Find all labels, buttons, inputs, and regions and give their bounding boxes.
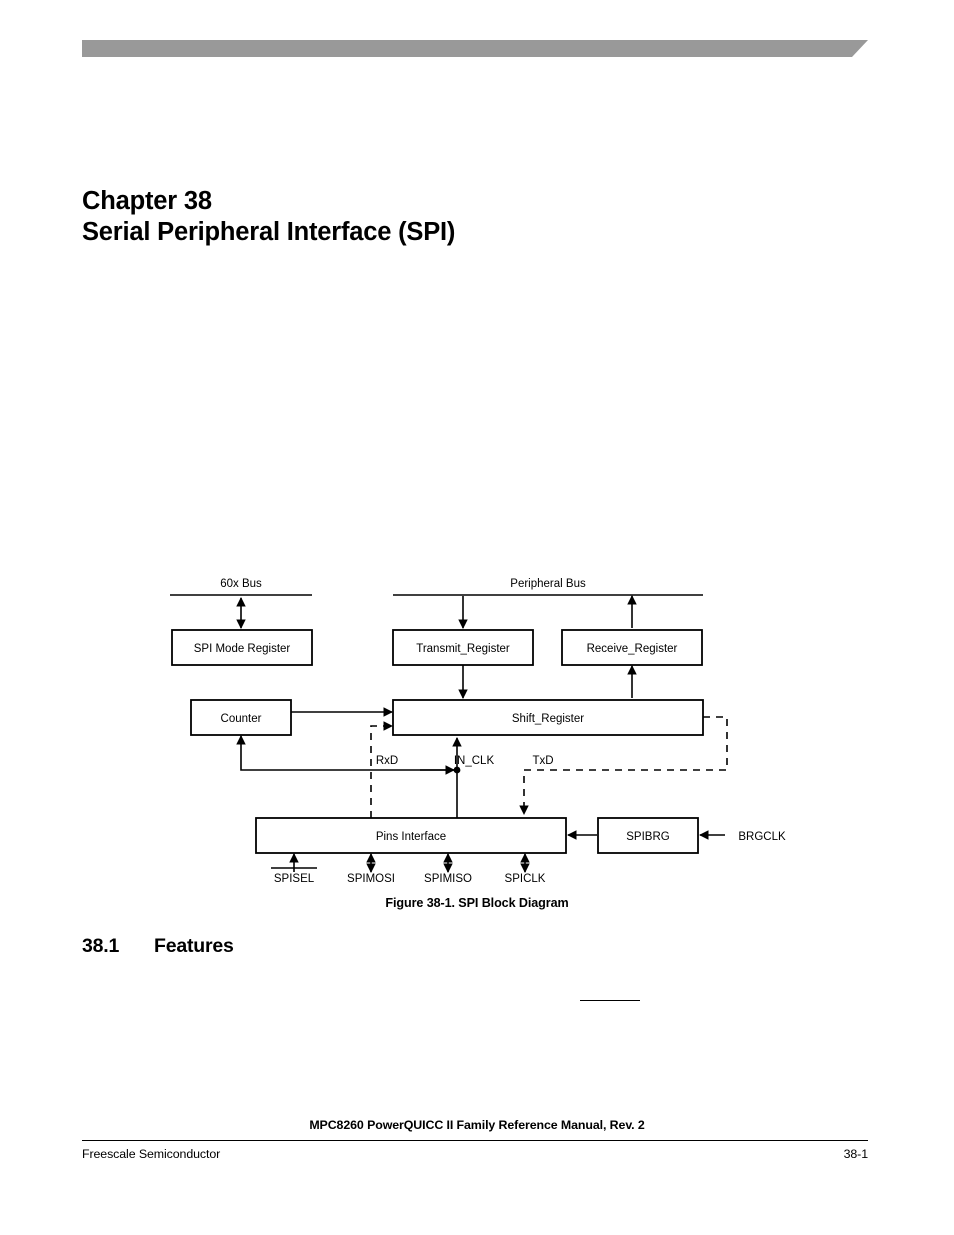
- block-spi-mode-register: SPI Mode Register: [171, 629, 313, 666]
- pin-spisel-label: SPISEL: [274, 873, 315, 885]
- signal-rxd: RxD: [370, 721, 398, 818]
- pin-spimiso: SPIMISO: [424, 853, 472, 885]
- block-counter: Counter: [190, 699, 292, 736]
- bus-peripheral: Peripheral Bus: [393, 578, 703, 596]
- footer-company: Freescale Semiconductor: [82, 1147, 221, 1161]
- signal-in-clk: IN_CLK: [236, 735, 495, 818]
- block-counter-label: Counter: [221, 713, 262, 725]
- footer-divider: [82, 1140, 868, 1141]
- section-title: Features: [154, 935, 234, 957]
- footer-page-number: 38-1: [843, 1147, 869, 1161]
- pin-spiclk-label: SPICLK: [505, 873, 546, 885]
- chapter-number: Chapter 38: [82, 187, 212, 215]
- body-rule-artifact: [580, 1000, 640, 1001]
- block-spibrg: SPIBRG: [597, 817, 699, 854]
- bus-60x-label: 60x Bus: [220, 578, 262, 590]
- block-pins-interface-label: Pins Interface: [376, 831, 446, 843]
- block-transmit-register: Transmit_Register: [392, 629, 534, 666]
- figure-caption: Figure 38-1. SPI Block Diagram: [385, 896, 569, 910]
- page-header-banner: [82, 40, 868, 57]
- signal-in-clk-label: IN_CLK: [454, 755, 495, 767]
- section-number: 38.1: [82, 935, 120, 957]
- signal-brgclk-label: BRGCLK: [738, 831, 786, 843]
- signal-txd-label: TxD: [532, 755, 553, 767]
- pin-spiclk: SPICLK: [505, 853, 546, 885]
- block-receive-register-label: Receive_Register: [587, 643, 678, 655]
- block-spibrg-label: SPIBRG: [626, 831, 670, 843]
- block-receive-register: Receive_Register: [561, 629, 703, 666]
- block-pins-interface: Pins Interface: [255, 817, 567, 854]
- footer-manual-title: MPC8260 PowerQUICC II Family Reference M…: [309, 1118, 645, 1132]
- pin-spimosi-label: SPIMOSI: [347, 873, 395, 885]
- spi-block-diagram-figure: 60x Bus Peripheral Bus SPI Mode Register…: [0, 560, 954, 910]
- section-heading: 38.1 Features: [82, 935, 782, 958]
- page-title: Serial Peripheral Interface (SPI): [82, 218, 456, 246]
- spi-block-diagram: 60x Bus Peripheral Bus SPI Mode Register…: [170, 578, 786, 885]
- block-transmit-register-label: Transmit_Register: [416, 643, 510, 655]
- bus-60x: 60x Bus: [170, 578, 312, 596]
- block-spi-mode-register-label: SPI Mode Register: [194, 643, 291, 655]
- chapter-title-block: Chapter 38 Serial Peripheral Interface (…: [82, 186, 782, 248]
- pin-spimosi: SPIMOSI: [347, 853, 395, 885]
- bus-peripheral-label: Peripheral Bus: [510, 578, 586, 590]
- pin-spimiso-label: SPIMISO: [424, 873, 472, 885]
- block-shift-register: Shift_Register: [392, 699, 704, 736]
- pin-spisel: SPISEL: [271, 853, 317, 885]
- block-shift-register-label: Shift_Register: [512, 713, 584, 725]
- signal-rxd-label: RxD: [376, 755, 398, 767]
- signal-brgclk: BRGCLK: [699, 830, 786, 843]
